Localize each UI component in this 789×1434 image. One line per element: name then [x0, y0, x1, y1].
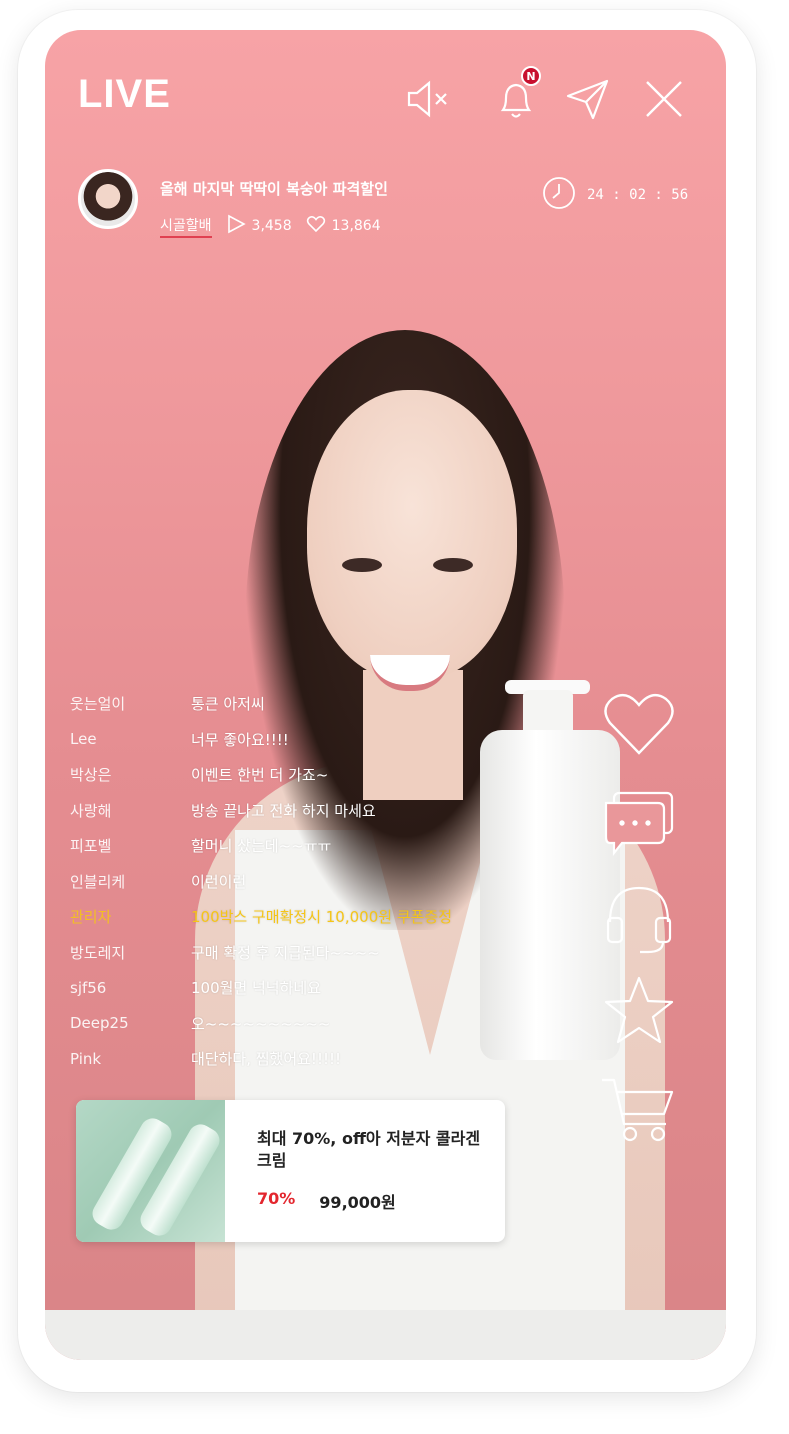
product-discount: 70% [257, 1189, 296, 1209]
product-info: 최대 70%, off아 저분자 콜라겐 크림 70% 99,000원 [225, 1100, 487, 1242]
heart-icon [604, 693, 674, 755]
chat-user: Deep25 [70, 1014, 129, 1033]
chat-row: 인블리케 이런이런 [70, 864, 452, 900]
notification-badge: N [521, 66, 541, 86]
live-screen: LIVE N 올해 마지막 딱딱이 복숭아 파격할인 시골할배 3,458 13… [45, 30, 726, 1360]
chat-row: 박상은 이벤트 한번 더 가죠~ [70, 757, 452, 793]
chat-message: 할머니 샀는데~~ㅠㅠ [191, 837, 332, 856]
chat-message: 방송 끝나고 전화 하지 마세요 [191, 801, 376, 820]
chat-message: 오~~~~~~~~~~ [191, 1014, 331, 1033]
table-surface [45, 1310, 726, 1360]
product-card[interactable]: 최대 70%, off아 저분자 콜라겐 크림 70% 99,000원 [76, 1100, 505, 1242]
chat-message: 통큰 아저씨 [191, 695, 265, 714]
chat-row: sjf56 100월면 넉넉하네요 [70, 970, 452, 1006]
product-price-row: 70% 99,000원 [257, 1189, 487, 1213]
chat-user: Lee [70, 730, 97, 749]
close-icon[interactable] [639, 74, 689, 124]
chat-icon [604, 791, 674, 857]
view-count: 3,458 [226, 214, 292, 238]
chat-row: Lee 너무 좋아요!!!! [70, 722, 452, 758]
chat-user: Pink [70, 1049, 102, 1068]
chat-row: 피포벨 할머니 샀는데~~ㅠㅠ [70, 828, 452, 864]
chat-user: 박상은 [70, 766, 112, 785]
favorite-button[interactable] [600, 972, 678, 1050]
chat-message: 구매 확정 후 지급된다~~~~ [191, 943, 380, 962]
chat-user: 관리자 [70, 908, 112, 927]
chat-message: 너무 좋아요!!!! [191, 730, 289, 749]
host-name[interactable]: 시골할배 [160, 215, 212, 238]
like-count: 13,864 [306, 214, 381, 238]
chat-user: 웃는얼이 [70, 695, 126, 714]
model-eye-left [342, 558, 382, 572]
chat-user: 방도레지 [70, 943, 126, 962]
chat-message: 대단하다, 찜했어요!!!!! [191, 1050, 342, 1069]
model-eye-right [433, 558, 473, 572]
share-icon[interactable] [563, 74, 613, 124]
chat-row: 방도레지 구매 확정 후 지급된다~~~~ [70, 935, 452, 971]
mute-icon[interactable] [403, 74, 453, 124]
headset-icon [606, 886, 672, 954]
stream-meta: 시골할배 3,458 13,864 [160, 214, 381, 238]
chat-list: 웃는얼이 통큰 아저씨 Lee 너무 좋아요!!!! 박상은 이벤트 한번 더 … [70, 686, 452, 1077]
chat-user: 사랑해 [70, 801, 112, 820]
chat-message: 이런이런 [191, 872, 247, 891]
chat-message: 이벤트 한번 더 가죠~ [191, 766, 329, 785]
live-label: LIVE [78, 72, 171, 116]
chat-message: 100월면 넉넉하네요 [191, 979, 321, 998]
chat-row: 사랑해 방송 끝나고 전화 하지 마세요 [70, 793, 452, 829]
host-avatar[interactable] [78, 169, 138, 229]
stream-title: 올해 마지막 딱딱이 복숭아 파격할인 [160, 180, 388, 198]
star-icon [604, 976, 674, 1044]
clock-icon [541, 175, 577, 215]
like-count-value: 13,864 [331, 218, 381, 234]
chat-row: Pink 대단하다, 찜했어요!!!!! [70, 1041, 452, 1077]
product-price: 99,000원 [319, 1193, 396, 1213]
heart-icon [306, 214, 326, 238]
chat-user: 피포벨 [70, 837, 112, 856]
chat-user: sjf56 [70, 978, 107, 997]
chat-row: 웃는얼이 통큰 아저씨 [70, 686, 452, 722]
product-title: 최대 70%, off아 저분자 콜라겐 크림 [257, 1129, 481, 1170]
cart-icon [602, 1078, 674, 1142]
stream-timer: 24 : 02 : 56 [541, 175, 688, 215]
chat-message: 100박스 구매확정시 10,000원 쿠폰증정 [191, 908, 453, 927]
chat-row-admin: 관리자 100박스 구매확정시 10,000원 쿠폰증정 [70, 899, 452, 935]
like-button[interactable] [600, 685, 678, 763]
product-bottle [480, 730, 620, 1060]
cart-button[interactable] [600, 1070, 678, 1148]
chat-row: Deep25 오~~~~~~~~~~ [70, 1006, 452, 1042]
headset-button[interactable] [600, 880, 678, 958]
chat-user: 인블리케 [70, 872, 126, 891]
view-count-value: 3,458 [251, 218, 292, 234]
timer-value: 24 : 02 : 56 [587, 187, 689, 203]
model-face [307, 390, 517, 680]
play-icon [226, 214, 246, 238]
product-image [76, 1100, 225, 1242]
chat-button[interactable] [600, 787, 678, 865]
